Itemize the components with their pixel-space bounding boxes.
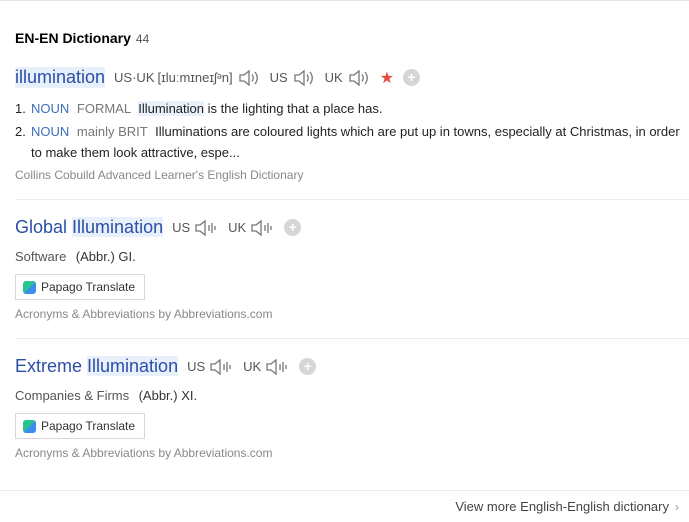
ipa-text: [ɪluːmɪneɪʃᵊn]	[157, 70, 233, 85]
chevron-right-icon: ›	[675, 499, 679, 514]
papago-translate-button[interactable]: Papago Translate	[15, 274, 146, 300]
pron-label-us: US	[172, 220, 191, 235]
speaker-icon[interactable]	[348, 69, 370, 87]
speaker-icon[interactable]	[293, 69, 315, 87]
plus-icon[interactable]: +	[403, 69, 421, 86]
headword-link[interactable]: Extreme Illumination	[15, 356, 179, 377]
papago-label: Papago Translate	[41, 280, 136, 294]
highlighted-term: Illumination	[138, 101, 204, 116]
dictionary-source[interactable]: Acronyms & Abbreviations by Abbreviation…	[15, 446, 272, 460]
papago-icon	[23, 419, 36, 433]
speaker-icon[interactable]	[238, 69, 260, 87]
pron-label-us: US	[187, 359, 206, 374]
pron-label-uk: UK	[243, 359, 262, 374]
part-of-speech: NOUN	[31, 124, 70, 139]
headword-highlight: Illumination	[72, 217, 164, 237]
category-label: Companies & Firms	[15, 388, 130, 403]
pron-label-uk: UK	[324, 70, 343, 85]
entry-divider	[15, 199, 689, 200]
top-divider	[0, 0, 689, 1]
category-label: Software	[15, 249, 67, 264]
abbreviation: (Abbr.) GI.	[75, 249, 136, 264]
dictionary-source[interactable]: Collins Cobuild Advanced Learner's Engli…	[15, 168, 689, 182]
footer-divider	[0, 490, 689, 491]
section-title: EN-EN Dictionary	[15, 30, 131, 46]
dictionary-source[interactable]: Acronyms & Abbreviations by Abbreviation…	[15, 307, 272, 321]
sense-text: is the lighting that a place has.	[204, 101, 383, 116]
view-more-label: View more English-English dictionary	[455, 499, 669, 514]
pron-label-uk: UK	[228, 220, 247, 235]
papago-translate-button[interactable]: Papago Translate	[15, 413, 146, 439]
headword-part: Global	[15, 217, 73, 237]
entry-global-illumination: Global Illumination US UK + Software (Ab…	[15, 217, 689, 321]
pron-label-us: US	[269, 70, 288, 85]
speaker-wave-icon[interactable]	[194, 219, 218, 237]
headword-link[interactable]: illumination	[15, 67, 106, 88]
entry-illumination: illumination US·UK [ɪluːmɪneɪʃᵊn] US UK …	[15, 67, 689, 182]
star-icon[interactable]: ★	[380, 68, 394, 88]
section-header: EN-EN Dictionary 44	[15, 30, 149, 46]
usage-tag: FORMAL	[76, 101, 131, 116]
entry-extreme-illumination: Extreme Illumination US UK + Companies &…	[15, 356, 689, 460]
pron-label-usuk: US·UK	[114, 70, 155, 85]
abbreviation: (Abbr.) XI.	[138, 388, 198, 403]
sense-1: 1. NOUN FORMAL Illumination is the light…	[15, 98, 689, 119]
speaker-wave-icon[interactable]	[250, 219, 274, 237]
sense-2: 2. NOUN mainly BRIT Illuminations are co…	[15, 121, 689, 163]
headword-part: Extreme	[15, 356, 88, 376]
sense-number: 1.	[15, 101, 26, 116]
part-of-speech: NOUN	[31, 101, 70, 116]
sense-number: 2.	[15, 124, 26, 139]
plus-icon[interactable]: +	[284, 219, 302, 236]
result-count: 44	[135, 32, 150, 46]
headword-link[interactable]: Global Illumination	[15, 217, 164, 238]
usage-tag: mainly BRIT	[76, 124, 148, 139]
papago-label: Papago Translate	[41, 419, 136, 433]
papago-icon	[23, 280, 36, 294]
entry-divider	[15, 338, 689, 339]
headword-highlight: Illumination	[87, 356, 179, 376]
plus-icon[interactable]: +	[299, 358, 317, 375]
view-more-link[interactable]: View more English-English dictionary ›	[455, 499, 679, 514]
speaker-wave-icon[interactable]	[209, 358, 233, 376]
speaker-wave-icon[interactable]	[265, 358, 289, 376]
